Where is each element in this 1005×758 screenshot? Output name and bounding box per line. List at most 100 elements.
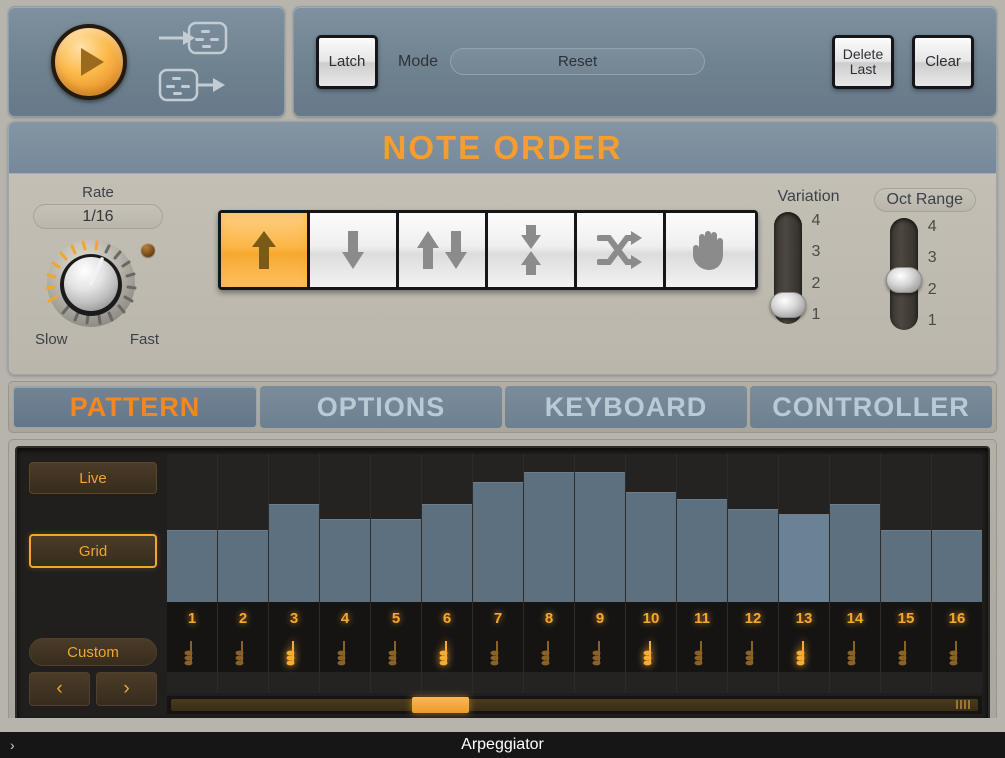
direction-random-button[interactable] [577, 213, 666, 287]
delete-last-button[interactable]: Delete Last [832, 34, 894, 89]
tab-pattern[interactable]: PATTERN [13, 386, 257, 428]
step-velocity-bar[interactable] [626, 492, 676, 602]
clear-button[interactable]: Clear [912, 34, 974, 89]
step-bar-zone[interactable] [473, 454, 523, 602]
step-velocity-bar[interactable] [575, 472, 625, 602]
step-velocity-bar[interactable] [728, 509, 778, 602]
step-note-value-icon[interactable] [320, 634, 370, 672]
step-note-value-icon[interactable] [269, 634, 319, 672]
step-bar-zone[interactable] [167, 454, 217, 602]
step-velocity-bar[interactable] [218, 530, 268, 602]
custom-button[interactable]: Custom [29, 638, 157, 666]
direction-as-played-button[interactable] [666, 213, 755, 287]
scrollbar-track[interactable] [171, 699, 978, 711]
step-note-value-icon[interactable] [779, 634, 829, 672]
footer-expand-arrow-icon[interactable]: › [10, 737, 15, 753]
rate-label: Rate [82, 184, 114, 201]
step-velocity-bar[interactable] [779, 514, 829, 602]
step-note-value-icon[interactable] [728, 634, 778, 672]
step-velocity-bar[interactable] [524, 472, 574, 602]
oct-range-tick: 4 [927, 218, 937, 235]
tab-controller[interactable]: CONTROLLER [750, 386, 992, 428]
step-note-value-icon[interactable] [575, 634, 625, 672]
step-note-value-icon[interactable] [371, 634, 421, 672]
step-bar-zone[interactable] [575, 454, 625, 602]
step-bar-zone[interactable] [269, 454, 319, 602]
variation-label: Variation [777, 188, 840, 205]
step-velocity-bar[interactable] [881, 530, 931, 602]
grid-button[interactable]: Grid [29, 534, 157, 568]
step-note-value-icon[interactable] [473, 634, 523, 672]
step-velocity-bar[interactable] [167, 530, 217, 602]
step-velocity-bar[interactable] [269, 504, 319, 602]
midi-out-icon[interactable] [157, 66, 229, 104]
step-column: 12 [728, 454, 779, 693]
oct-range-label[interactable]: Oct Range [873, 188, 976, 212]
bottom-spacer [0, 718, 1005, 732]
step-note-value-icon[interactable] [626, 634, 676, 672]
step-note-value-icon[interactable] [881, 634, 931, 672]
step-bar-zone[interactable] [728, 454, 778, 602]
step-note-value-icon[interactable] [677, 634, 727, 672]
rate-value-field[interactable]: 1/16 [33, 204, 163, 229]
step-bar-zone[interactable] [218, 454, 268, 602]
pattern-scrollbar[interactable] [167, 696, 982, 714]
midi-in-icon[interactable] [157, 19, 229, 57]
mode-select[interactable]: Reset [450, 48, 706, 75]
direction-up-button[interactable] [221, 213, 310, 287]
tab-keyboard[interactable]: KEYBOARD [505, 386, 747, 428]
step-velocity-bar[interactable] [932, 530, 982, 602]
variation-tick: 1 [811, 305, 821, 323]
variation-thumb[interactable] [769, 292, 806, 318]
transport-panel [8, 6, 285, 117]
step-velocity-bar[interactable] [830, 504, 880, 602]
step-note-value-icon[interactable] [524, 634, 574, 672]
step-number: 14 [830, 602, 880, 634]
rate-knob[interactable] [45, 237, 137, 329]
step-bar-zone[interactable] [626, 454, 676, 602]
oct-range-ticks: 4 3 2 1 [928, 218, 937, 330]
step-bar-zone[interactable] [371, 454, 421, 602]
oct-range-thumb[interactable] [885, 267, 922, 293]
step-number: 13 [779, 602, 829, 634]
step-velocity-bar[interactable] [677, 499, 727, 602]
step-note-value-icon[interactable] [167, 634, 217, 672]
step-bar-zone[interactable] [830, 454, 880, 602]
oct-range-slider-group: Oct Range 4 3 2 1 [873, 188, 976, 330]
step-note-value-icon[interactable] [218, 634, 268, 672]
step-velocity-bar[interactable] [371, 519, 421, 602]
step-velocity-bar[interactable] [422, 504, 472, 602]
note-order-direction-group [218, 210, 758, 290]
step-bar-zone[interactable] [320, 454, 370, 602]
step-number: 16 [932, 602, 982, 634]
note-order-title: NOTE ORDER [9, 122, 996, 174]
direction-up-down-button[interactable] [399, 213, 488, 287]
oct-range-slider[interactable]: 4 3 2 1 [885, 218, 964, 330]
step-velocity-bar[interactable] [473, 482, 523, 602]
next-pattern-button[interactable]: › [96, 672, 157, 706]
step-note-value-icon[interactable] [422, 634, 472, 672]
step-bar-zone[interactable] [932, 454, 982, 602]
step-velocity-bar[interactable] [320, 519, 370, 602]
direction-down-button[interactable] [310, 213, 399, 287]
step-bar-zone[interactable] [677, 454, 727, 602]
live-button[interactable]: Live [29, 462, 157, 494]
step-note-value-icon[interactable] [932, 634, 982, 672]
mode-label: Mode [398, 52, 439, 70]
prev-pattern-button[interactable]: ‹ [29, 672, 90, 706]
step-bar-zone[interactable] [524, 454, 574, 602]
play-button[interactable] [51, 23, 127, 100]
tab-options[interactable]: OPTIONS [260, 386, 502, 428]
step-bar-zone[interactable] [881, 454, 931, 602]
scrollbar-grip-icon[interactable] [956, 700, 970, 709]
direction-down-up-button[interactable] [488, 213, 577, 287]
latch-button[interactable]: Latch [316, 34, 378, 89]
step-bar-zone[interactable] [422, 454, 472, 602]
step-bar-zone[interactable] [779, 454, 829, 602]
variation-slider[interactable]: 4 3 2 1 [769, 212, 848, 324]
scrollbar-thumb[interactable] [411, 697, 469, 713]
step-note-value-icon[interactable] [830, 634, 880, 672]
pattern-editor: Live Grid Custom ‹ › 1 2 3 4 5 6 7 8 9 10 11 12 13 14… [15, 446, 990, 722]
step-grid: 1 2 3 4 5 6 7 8 9 10 11 12 13 14 15 16 [167, 454, 982, 693]
step-number: 2 [218, 602, 268, 634]
